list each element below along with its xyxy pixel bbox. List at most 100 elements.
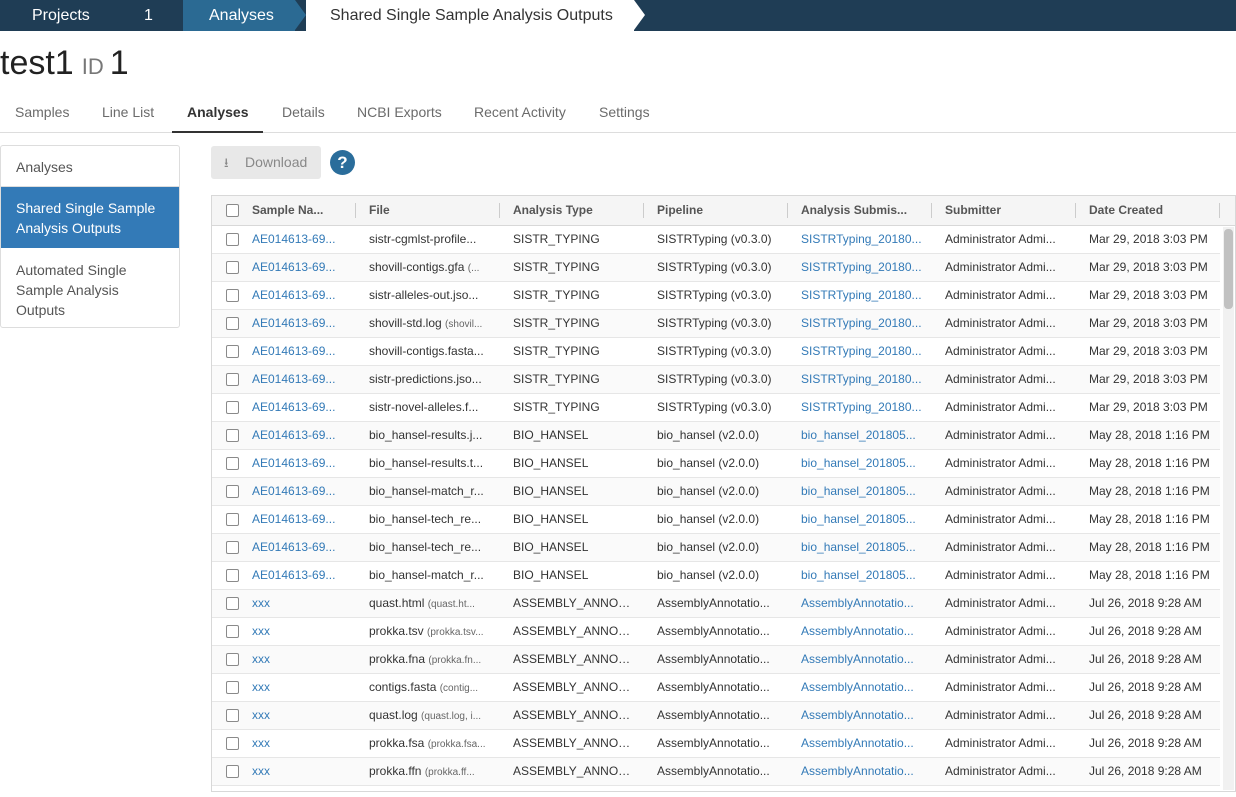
submission-link[interactable]: bio_hansel_201805...	[801, 562, 923, 589]
download-button-label[interactable]: Download	[245, 146, 307, 179]
sample-name-link-text[interactable]: AE014613-69...	[252, 232, 335, 246]
column-separator[interactable]	[1219, 203, 1220, 218]
column-separator[interactable]	[787, 203, 788, 218]
sample-name-link[interactable]: AE014613-69...	[252, 394, 350, 421]
tab-ncbi-exports[interactable]: NCBI Exports	[357, 94, 442, 131]
submission-link-text[interactable]: SISTRTyping_20180...	[801, 372, 922, 386]
table-row[interactable]: AE014613-69... bio_hansel-match_r... BIO_H…	[212, 478, 1220, 506]
column-separator[interactable]	[643, 203, 644, 218]
select-all-checkbox[interactable]	[226, 204, 239, 217]
column-separator[interactable]	[1075, 203, 1076, 218]
submission-link-text[interactable]: SISTRTyping_20180...	[801, 316, 922, 330]
sample-name-link[interactable]: AE014613-69...	[252, 562, 350, 589]
submission-link-text[interactable]: AssemblyAnnotatio...	[801, 624, 914, 638]
table-row[interactable]: xxx prokka.ffn (prokka.ff... ASSEMBLY_ANNO…	[212, 758, 1220, 786]
sample-name-link-text[interactable]: AE014613-69...	[252, 400, 335, 414]
submission-link-text[interactable]: SISTRTyping_20180...	[801, 344, 922, 358]
column-separator[interactable]	[499, 203, 500, 218]
tab-settings[interactable]: Settings	[599, 94, 650, 131]
sample-name-link[interactable]: AE014613-69...	[252, 254, 350, 281]
table-row[interactable]: AE014613-69... shovill-std.log (shovil...…	[212, 310, 1220, 338]
submission-link[interactable]: bio_hansel_201805...	[801, 450, 923, 477]
submission-link[interactable]: bio_hansel_201805...	[801, 534, 923, 561]
submission-link-text[interactable]: SISTRTyping_20180...	[801, 400, 922, 414]
breadcrumb-project-id-label[interactable]: 1	[144, 0, 153, 31]
sample-name-link-text[interactable]: AE014613-69...	[252, 260, 335, 274]
table-row[interactable]: xxx prokka.fsa (prokka.fsa... ASSEMBLY_ANN…	[212, 730, 1220, 758]
submission-link[interactable]: SISTRTyping_20180...	[801, 254, 923, 281]
sample-name-link[interactable]: xxx	[252, 730, 350, 757]
sample-name-link[interactable]: AE014613-69...	[252, 226, 350, 253]
row-checkbox[interactable]	[226, 345, 239, 358]
submission-link-text[interactable]: bio_hansel_201805...	[801, 428, 916, 442]
header-pipeline[interactable]: Pipeline	[657, 196, 777, 225]
submission-link-text[interactable]: bio_hansel_201805...	[801, 456, 916, 470]
submission-link-text[interactable]: AssemblyAnnotatio...	[801, 596, 914, 610]
sample-name-link-text[interactable]: xxx	[252, 680, 270, 694]
submission-link-text[interactable]: AssemblyAnnotatio...	[801, 736, 914, 750]
row-checkbox[interactable]	[226, 513, 239, 526]
sidebar-item-analyses[interactable]: Analyses	[1, 146, 179, 187]
sample-name-link-text[interactable]: xxx	[252, 652, 270, 666]
sample-name-link-text[interactable]: AE014613-69...	[252, 512, 335, 526]
sample-name-link[interactable]: xxx	[252, 674, 350, 701]
table-row[interactable]: xxx prokka.fna (prokka.fn... ASSEMBLY_ANNO…	[212, 646, 1220, 674]
table-row[interactable]: AE014613-69... bio_hansel-match_r... BIO_H…	[212, 562, 1220, 590]
sample-name-link-text[interactable]: xxx	[252, 708, 270, 722]
sample-name-link[interactable]: AE014613-69...	[252, 478, 350, 505]
column-separator[interactable]	[931, 203, 932, 218]
submission-link-text[interactable]: bio_hansel_201805...	[801, 540, 916, 554]
sample-name-link-text[interactable]: AE014613-69...	[252, 344, 335, 358]
sample-name-link-text[interactable]: AE014613-69...	[252, 288, 335, 302]
sample-name-link-text[interactable]: xxx	[252, 596, 270, 610]
sample-name-link-text[interactable]: xxx	[252, 624, 270, 638]
row-checkbox[interactable]	[226, 429, 239, 442]
submission-link[interactable]: bio_hansel_201805...	[801, 422, 923, 449]
table-row[interactable]: AE014613-69... sistr-alleles-out.jso... SI…	[212, 282, 1220, 310]
download-button[interactable]: ⭳ Download	[211, 146, 321, 179]
sample-name-link-text[interactable]: xxx	[252, 764, 270, 778]
column-separator[interactable]	[355, 203, 356, 218]
row-checkbox[interactable]	[226, 709, 239, 722]
table-row[interactable]: AE014613-69... shovill-contigs.fasta... SI…	[212, 338, 1220, 366]
sidebar-item-automated-outputs[interactable]: Automated Single Sample Analysis Outputs	[1, 248, 179, 327]
header-submitter[interactable]: Submitter	[945, 196, 1065, 225]
submission-link-text[interactable]: AssemblyAnnotatio...	[801, 708, 914, 722]
sample-name-link[interactable]: AE014613-69...	[252, 450, 350, 477]
submission-link[interactable]: AssemblyAnnotatio...	[801, 730, 923, 757]
table-row[interactable]: AE014613-69... shovill-contigs.gfa (... SI…	[212, 254, 1220, 282]
table-row[interactable]: AE014613-69... sistr-novel-alleles.f... SI…	[212, 394, 1220, 422]
submission-link[interactable]: SISTRTyping_20180...	[801, 282, 923, 309]
tab-analyses[interactable]: Analyses	[172, 94, 264, 133]
sample-name-link[interactable]: xxx	[252, 646, 350, 673]
row-checkbox[interactable]	[226, 317, 239, 330]
sample-name-link[interactable]: AE014613-69...	[252, 310, 350, 337]
table-row[interactable]: xxx quast.html (quast.ht... ASSEMBLY_ANNOT…	[212, 590, 1220, 618]
header-analysis-submission[interactable]: Analysis Submis...	[801, 196, 921, 225]
row-checkbox[interactable]	[226, 233, 239, 246]
header-date-created[interactable]: Date Created	[1089, 196, 1217, 225]
submission-link-text[interactable]: SISTRTyping_20180...	[801, 232, 922, 246]
breadcrumb-projects[interactable]: Projects	[0, 0, 112, 31]
row-checkbox[interactable]	[226, 681, 239, 694]
submission-link-text[interactable]: SISTRTyping_20180...	[801, 288, 922, 302]
sample-name-link-text[interactable]: AE014613-69...	[252, 568, 335, 582]
submission-link[interactable]: SISTRTyping_20180...	[801, 226, 923, 253]
submission-link[interactable]: SISTRTyping_20180...	[801, 310, 923, 337]
header-sample-name[interactable]: Sample Na...	[252, 196, 352, 225]
sample-name-link-text[interactable]: AE014613-69...	[252, 316, 335, 330]
breadcrumb-analyses[interactable]: Analyses	[183, 0, 295, 31]
table-row[interactable]: xxx quast.log (quast.log, i... ASSEMBLY_AN…	[212, 702, 1220, 730]
table-row[interactable]: xxx contigs.fasta (contig... ASSEMBLY_ANNO…	[212, 674, 1220, 702]
submission-link-text[interactable]: AssemblyAnnotatio...	[801, 764, 914, 778]
sample-name-link-text[interactable]: AE014613-69...	[252, 484, 335, 498]
help-icon[interactable]: ?	[330, 150, 355, 175]
submission-link-text[interactable]: AssemblyAnnotatio...	[801, 652, 914, 666]
tab-recent-activity[interactable]: Recent Activity	[474, 94, 566, 131]
breadcrumb-analyses-label[interactable]: Analyses	[209, 0, 274, 31]
sample-name-link[interactable]: xxx	[252, 618, 350, 645]
row-checkbox[interactable]	[226, 541, 239, 554]
header-analysis-type[interactable]: Analysis Type	[513, 196, 633, 225]
row-checkbox[interactable]	[226, 485, 239, 498]
submission-link-text[interactable]: AssemblyAnnotatio...	[801, 680, 914, 694]
